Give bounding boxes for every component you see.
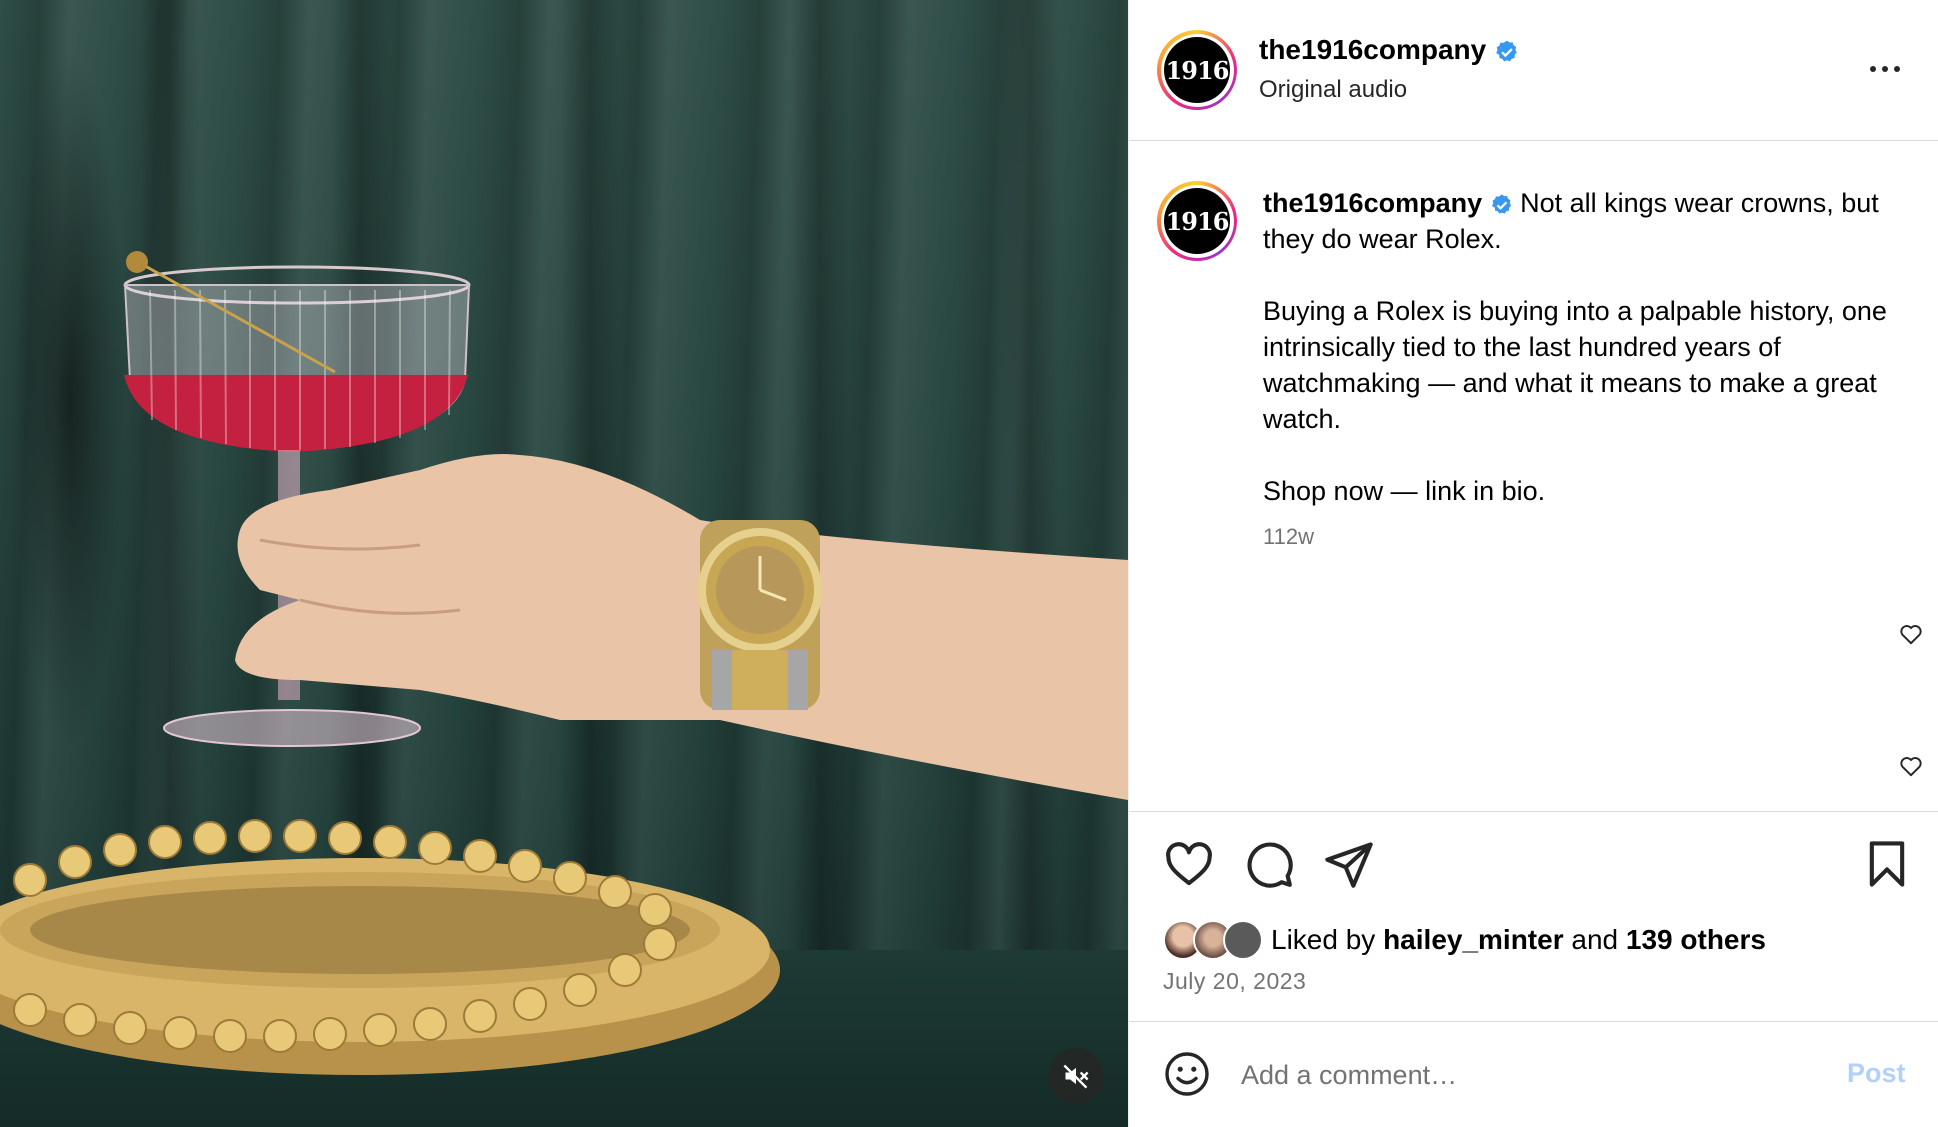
mute-button[interactable]	[1048, 1048, 1104, 1104]
caption-avatar[interactable]: 1916	[1157, 181, 1237, 261]
post-header: 1916 the1916company Original audio	[1129, 0, 1938, 141]
header-username[interactable]: the1916company	[1259, 34, 1520, 66]
comment-bubble-icon[interactable]	[1243, 838, 1295, 890]
liker-avatars	[1163, 920, 1263, 960]
comments-section: 1916 the1916company Not all kings wear c…	[1129, 141, 1938, 811]
more-options-button[interactable]	[1863, 52, 1907, 86]
heart-icon[interactable]	[1163, 838, 1215, 890]
avatar[interactable]: 1916	[1157, 30, 1237, 110]
comment-like-icon[interactable]	[1898, 753, 1924, 779]
action-bar: Liked by hailey_minter and 139 others Ju…	[1129, 811, 1938, 1021]
liked-by-others[interactable]: 139 others	[1626, 924, 1766, 956]
liked-by-user[interactable]: hailey_minter	[1383, 924, 1564, 956]
caption-cta: Shop now — link in bio.	[1263, 476, 1546, 506]
liked-by-and: and	[1571, 924, 1619, 955]
emoji-icon[interactable]	[1163, 1050, 1211, 1098]
paper-plane-icon[interactable]	[1323, 838, 1375, 890]
avatar	[1223, 920, 1263, 960]
liked-by-prefix: Liked by	[1271, 924, 1376, 955]
verified-badge-icon	[1492, 194, 1512, 214]
post-sidebar: 1916 the1916company Original audio 1916 …	[1128, 0, 1938, 1127]
audio-label[interactable]: Original audio	[1259, 76, 1407, 104]
username-text[interactable]: the1916company	[1259, 34, 1486, 65]
comment-like-icon[interactable]	[1898, 621, 1924, 647]
avatar-logo: 1916	[1164, 37, 1230, 103]
bookmark-icon[interactable]	[1861, 838, 1913, 890]
verified-badge-icon	[1496, 40, 1517, 61]
post-media[interactable]	[0, 0, 1128, 1127]
post-comment-button[interactable]: Post	[1847, 1058, 1906, 1089]
caption-body: Buying a Rolex is buying into a palpable…	[1263, 296, 1887, 434]
avatar-logo: 1916	[1164, 188, 1230, 254]
more-dots-icon	[1870, 66, 1876, 72]
speaker-muted-icon	[1063, 1064, 1089, 1089]
comment-bar: Post	[1129, 1021, 1938, 1127]
comment-input[interactable]	[1241, 1052, 1801, 1098]
caption-username[interactable]: the1916company	[1263, 188, 1482, 218]
liked-by: Liked by hailey_minter and 139 others	[1163, 920, 1766, 960]
post-caption: the1916company Not all kings wear crowns…	[1263, 185, 1913, 509]
caption-time[interactable]: 112w	[1263, 524, 1314, 550]
post-photo	[0, 251, 1128, 1075]
post-date[interactable]: July 20, 2023	[1163, 968, 1306, 995]
